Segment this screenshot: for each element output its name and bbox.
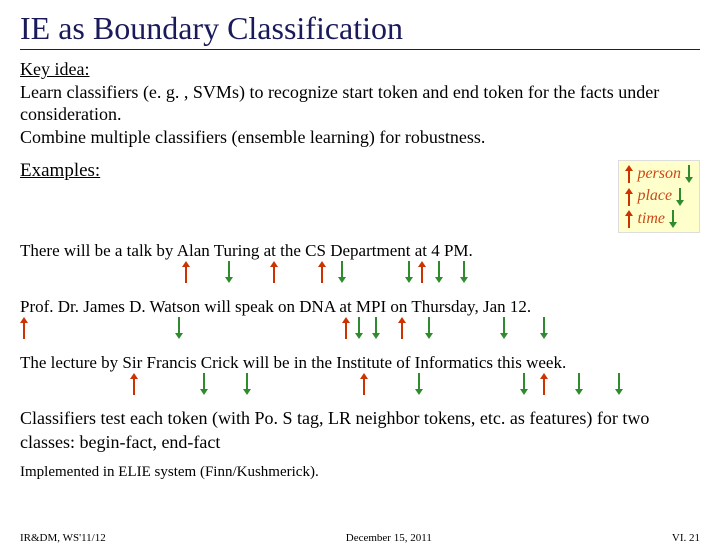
arrow-up-icon [625, 188, 633, 206]
implementation-note: Implemented in ELIE system (Finn/Kushmer… [20, 464, 700, 481]
footer-right: VI. 21 [672, 532, 700, 544]
slide-title: IE as Boundary Classification [20, 10, 700, 50]
legend-box: person place time [618, 160, 700, 233]
slide-footer: IR&DM, WS'11/12 December 15, 2011 VI. 21 [20, 532, 700, 544]
classifier-description: Classifiers test each token (with Po. S … [20, 407, 700, 454]
sentence-text: Prof. Dr. James D. Watson will speak on … [20, 297, 531, 316]
key-idea-label: Key idea: [20, 59, 89, 79]
sentence-text: The lecture by Sir Francis Crick will be… [20, 353, 566, 372]
arrow-down-icon [676, 188, 684, 206]
arrow-down-icon [685, 165, 693, 183]
legend-time: time [637, 208, 665, 230]
footer-center: December 15, 2011 [346, 532, 432, 544]
arrow-up-icon [625, 210, 633, 228]
arrow-down-icon [669, 210, 677, 228]
footer-left: IR&DM, WS'11/12 [20, 532, 106, 544]
example-sentence-2: Prof. Dr. James D. Watson will speak on … [20, 297, 700, 345]
legend-person: person [637, 163, 681, 185]
example-sentence-1: There will be a talk by Alan Turing at t… [20, 241, 700, 289]
sentence-text: There will be a talk by Alan Turing at t… [20, 241, 473, 260]
arrow-up-icon [625, 165, 633, 183]
legend-place: place [637, 185, 672, 207]
example-sentence-3: The lecture by Sir Francis Crick will be… [20, 353, 700, 401]
key-idea-text: Learn classifiers (e. g. , SVMs) to reco… [20, 82, 659, 147]
key-idea-block: Key idea: Learn classifiers (e. g. , SVM… [20, 58, 700, 148]
examples-label: Examples: [20, 160, 100, 182]
